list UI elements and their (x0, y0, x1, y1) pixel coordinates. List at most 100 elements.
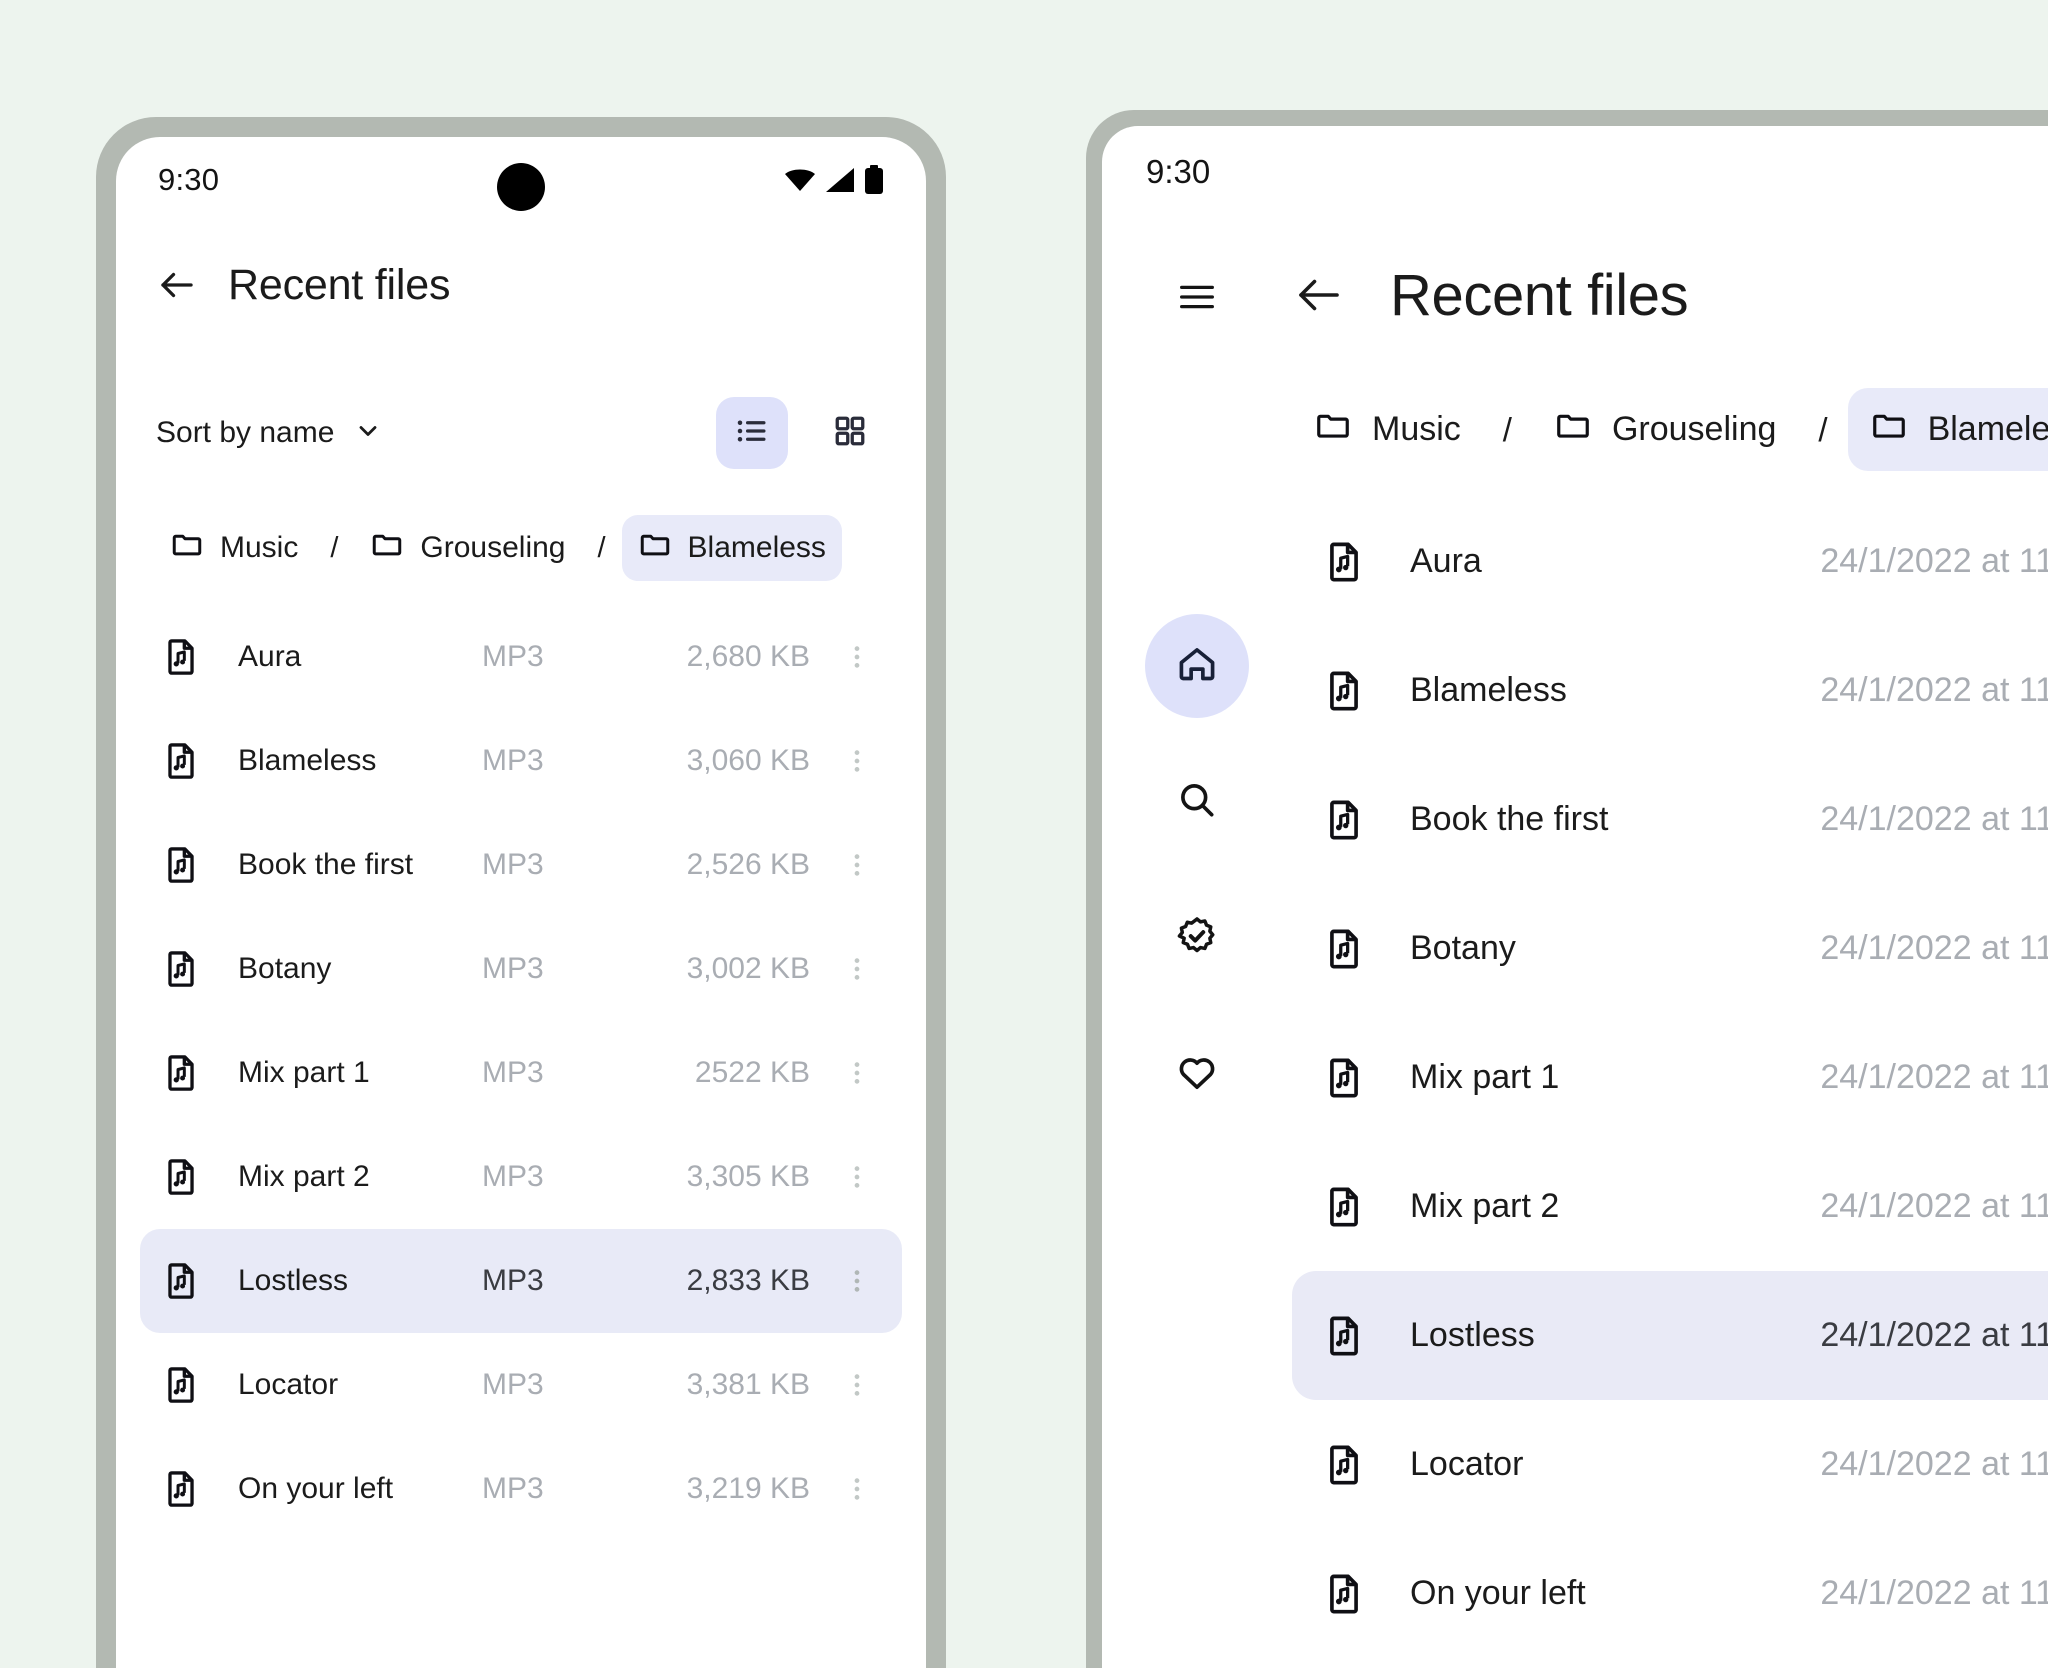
audio-file-icon (1318, 926, 1370, 972)
audio-file-icon (158, 844, 204, 886)
audio-file-icon (1318, 539, 1370, 585)
table-row[interactable]: Botany 24/1/2022 at 11:03 AM (1292, 884, 2048, 1013)
rail-item-verified[interactable] (1145, 886, 1249, 990)
table-row[interactable]: Mix part 2 24/1/2022 at 11:03 AM (1292, 1142, 2048, 1271)
audio-file-icon (158, 1468, 204, 1510)
folder-icon (1314, 406, 1352, 453)
tablet-main-content: Recent files Music / Grouseling / Blamel… (1292, 218, 2048, 1658)
folder-icon (1870, 406, 1908, 453)
verified-icon (1175, 914, 1219, 963)
breadcrumb-label: Grouseling (1611, 410, 1777, 448)
more-vert-icon[interactable] (830, 1266, 884, 1296)
breadcrumb-label: Blameless (687, 531, 826, 564)
breadcrumb-item-grouseling[interactable]: Grouseling (1532, 388, 1798, 471)
file-name: Blameless (238, 744, 377, 777)
more-vert-icon[interactable] (830, 746, 884, 776)
table-row[interactable]: Mix part 1 MP3 2522 KB (140, 1021, 902, 1125)
tablet-screen: 9:30 Recent files Music / Grouseling / B… (1102, 126, 2048, 1668)
table-row[interactable]: Mix part 2 MP3 3,305 KB (140, 1125, 902, 1229)
table-row[interactable]: Book the first 24/1/2022 at 11:03 AM (1292, 755, 2048, 884)
breadcrumb-item-grouseling[interactable]: Grouseling (354, 515, 581, 581)
breadcrumb-separator: / (330, 531, 339, 564)
view-grid-button[interactable] (814, 397, 886, 469)
rail-item-search[interactable] (1145, 750, 1249, 854)
status-bar-icons (784, 165, 884, 195)
table-row[interactable]: Aura MP3 2,680 KB (140, 605, 902, 709)
folder-icon (638, 527, 672, 569)
table-row[interactable]: Blameless 24/1/2022 at 11:03 AM (1292, 626, 2048, 755)
audio-file-icon (158, 1260, 204, 1302)
table-row[interactable]: Aura 24/1/2022 at 11:03 AM (1292, 497, 2048, 626)
file-modified-date: 24/1/2022 at 11:03 AM (1820, 671, 2048, 709)
more-vert-icon[interactable] (830, 954, 884, 984)
table-row[interactable]: On your left 24/1/2022 at 11:03 AM (1292, 1529, 2048, 1658)
audio-file-icon (158, 1364, 204, 1406)
breadcrumb-label: Music (1372, 410, 1461, 448)
arrow-back-icon[interactable] (1292, 268, 1346, 322)
table-row[interactable]: Lostless MP3 2,833 KB (140, 1229, 902, 1333)
file-name: Locator (1410, 1445, 1524, 1483)
more-vert-icon[interactable] (830, 642, 884, 672)
table-row[interactable]: Book the first MP3 2,526 KB (140, 813, 902, 917)
phone-status-bar: 9:30 (116, 137, 926, 223)
file-modified-date: 24/1/2022 at 11:03 AM (1820, 800, 2048, 838)
folder-icon (370, 527, 404, 569)
file-name: Book the first (238, 848, 414, 881)
breadcrumb-item-blameless[interactable]: Blameless (621, 515, 842, 581)
table-row[interactable]: Locator MP3 3,381 KB (140, 1333, 902, 1437)
table-row[interactable]: Mix part 1 24/1/2022 at 11:03 AM (1292, 1013, 2048, 1142)
more-vert-icon[interactable] (830, 1058, 884, 1088)
table-row[interactable]: Lostless 24/1/2022 at 11:03 AM (1292, 1271, 2048, 1400)
file-modified-date: 24/1/2022 at 11:03 AM (1820, 542, 2048, 580)
view-grid-icon (832, 413, 868, 454)
phone-screen: 9:30 Recent files Sort by name Music / G… (116, 137, 926, 1668)
phone-app-bar: Recent files (116, 223, 926, 347)
file-size: 3,002 KB (686, 952, 810, 985)
folder-icon (1554, 406, 1592, 453)
heart-icon (1175, 1050, 1219, 1099)
status-bar-time: 9:30 (1146, 153, 1211, 190)
view-list-button[interactable] (716, 397, 788, 469)
page-title: Recent files (1390, 262, 1689, 328)
breadcrumb-item-blameless[interactable]: Blameless (1847, 388, 2048, 471)
breadcrumb: Music / Grouseling / Blamele (1292, 388, 2048, 471)
view-mode-toggle-group (716, 397, 886, 469)
more-vert-icon[interactable] (830, 1370, 884, 1400)
table-row[interactable]: Locator 24/1/2022 at 11:03 AM (1292, 1400, 2048, 1529)
battery-icon (864, 165, 884, 195)
table-row[interactable]: Blameless MP3 3,060 KB (140, 709, 902, 813)
file-name: Mix part 1 (1410, 1058, 1560, 1096)
file-modified-date: 24/1/2022 at 11:03 AM (1820, 1445, 2048, 1483)
page-title: Recent files (228, 260, 451, 309)
tablet-device-frame: 9:30 Recent files Music / Grouseling / B… (1086, 110, 2048, 1668)
arrow-back-icon[interactable] (156, 264, 198, 306)
more-vert-icon[interactable] (830, 1474, 884, 1504)
breadcrumb-label: Blameless (1927, 410, 2048, 448)
breadcrumb-item-music[interactable]: Music (1292, 388, 1483, 471)
file-name: On your left (1410, 1574, 1586, 1612)
rail-item-favorites[interactable] (1145, 1022, 1249, 1126)
file-modified-date: 24/1/2022 at 11:03 AM (1820, 929, 2048, 967)
file-name: Mix part 2 (238, 1160, 370, 1193)
file-type: MP3 (482, 1368, 544, 1401)
breadcrumb-separator: / (1502, 410, 1512, 448)
file-type: MP3 (482, 1472, 544, 1505)
more-vert-icon[interactable] (830, 850, 884, 880)
file-size: 3,381 KB (686, 1368, 810, 1401)
audio-file-icon (158, 1156, 204, 1198)
tablet-file-list: Aura 24/1/2022 at 11:03 AM Blameless 24/1/2… (1292, 497, 2048, 1658)
hamburger-menu-icon[interactable] (1149, 262, 1245, 332)
file-size: 3,305 KB (686, 1160, 810, 1193)
breadcrumb-item-music[interactable]: Music (154, 515, 314, 581)
file-size: 2,680 KB (686, 640, 810, 673)
file-name: Aura (1410, 542, 1482, 580)
file-size: 3,060 KB (686, 744, 810, 777)
sort-by-dropdown[interactable]: Sort by name (156, 416, 382, 450)
more-vert-icon[interactable] (830, 1162, 884, 1192)
rail-item-home[interactable] (1145, 614, 1249, 718)
view-list-icon (734, 413, 770, 454)
tablet-status-bar: 9:30 (1102, 126, 2048, 218)
table-row[interactable]: Botany MP3 3,002 KB (140, 917, 902, 1021)
table-row[interactable]: On your left MP3 3,219 KB (140, 1437, 902, 1541)
file-name: Aura (238, 640, 302, 673)
